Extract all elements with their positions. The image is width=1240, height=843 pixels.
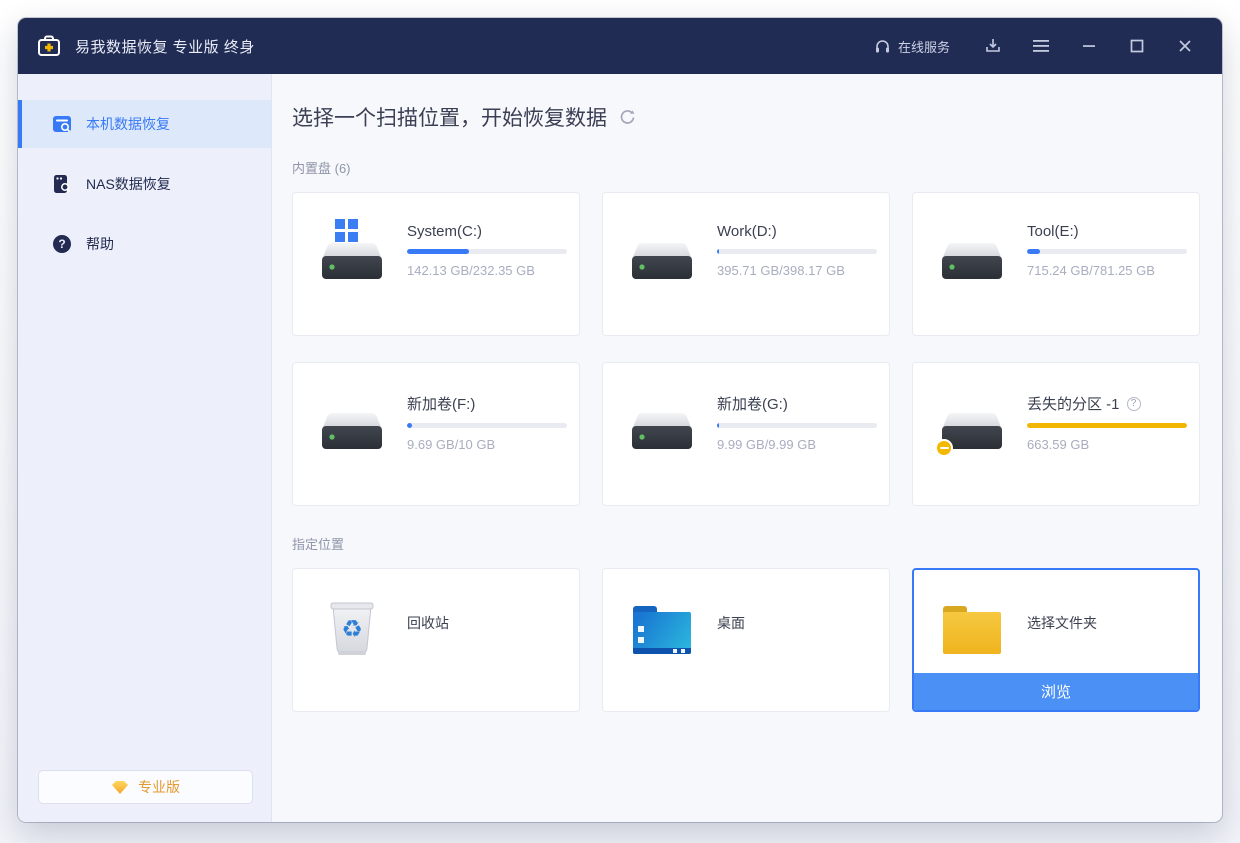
capacity-bar: [407, 249, 567, 254]
minimize-icon: [1081, 38, 1097, 54]
capacity-bar: [1027, 423, 1187, 428]
specified-location-label: 指定位置: [292, 534, 1200, 553]
hamburger-menu-icon: [1032, 39, 1050, 53]
capacity-text: 9.69 GB/10 GB: [407, 437, 567, 452]
location-label: 回收站: [407, 613, 449, 633]
sidebar-item-label: 本机数据恢复: [86, 114, 170, 134]
drive-name: 新加卷(G:): [717, 393, 788, 414]
download-icon: [984, 37, 1002, 55]
system-drive-icon: [321, 221, 385, 285]
sidebar: 本机数据恢复 NAS数据恢复 ?: [18, 74, 272, 822]
drive-name: 丢失的分区 -1: [1027, 393, 1120, 414]
drive-card-work-d[interactable]: Work(D:) 395.71 GB/398.17 GB: [602, 192, 890, 336]
local-drive-search-icon: [52, 114, 72, 134]
online-service-button[interactable]: 在线服务: [874, 37, 950, 56]
sidebar-item-label: 帮助: [86, 234, 114, 254]
drive-card-new-volume-g[interactable]: 新加卷(G:) 9.99 GB/9.99 GB: [602, 362, 890, 506]
location-card-recycle-bin[interactable]: ♻ 回收站: [292, 568, 580, 712]
headset-icon: [874, 38, 891, 55]
desktop-folder-icon: [631, 599, 693, 661]
drive-icon: [321, 391, 385, 455]
internal-disks-label: 内置盘 (6): [292, 158, 1200, 177]
recycle-bin-icon: ♻: [321, 599, 383, 661]
drive-grid: System(C:) 142.13 GB/232.35 GB: [292, 192, 1200, 506]
sidebar-item-local-recovery[interactable]: 本机数据恢复: [18, 100, 271, 148]
drive-card-system-c[interactable]: System(C:) 142.13 GB/232.35 GB: [292, 192, 580, 336]
yellow-folder-icon: [941, 599, 1003, 661]
page-title: 选择一个扫描位置，开始恢复数据: [292, 102, 607, 132]
sidebar-item-help[interactable]: ? 帮助: [18, 220, 271, 268]
drive-name: Tool(E:): [1027, 223, 1079, 240]
question-mark-icon[interactable]: ?: [1127, 397, 1141, 411]
close-icon: [1177, 38, 1193, 54]
capacity-bar: [407, 423, 567, 428]
online-service-label: 在线服务: [898, 37, 950, 56]
drive-card-tool-e[interactable]: Tool(E:) 715.24 GB/781.25 GB: [912, 192, 1200, 336]
gem-icon: [111, 780, 129, 795]
help-icon: ?: [52, 234, 72, 254]
app-window: 易我数据恢复 专业版 终身 在线服务: [18, 18, 1222, 822]
menu-button[interactable]: [1026, 31, 1056, 61]
app-title: 易我数据恢复 专业版 终身: [75, 36, 255, 57]
refresh-button[interactable]: [619, 109, 636, 126]
capacity-text: 663.59 GB: [1027, 437, 1187, 452]
drive-name: 新加卷(F:): [407, 393, 475, 414]
close-button[interactable]: [1170, 31, 1200, 61]
main-content: 选择一个扫描位置，开始恢复数据 内置盘 (6): [272, 74, 1222, 822]
title-bar: 易我数据恢复 专业版 终身 在线服务: [18, 18, 1222, 74]
upgrade-pro-button[interactable]: 专业版: [38, 770, 253, 804]
download-center-button[interactable]: [978, 31, 1008, 61]
browse-button[interactable]: 浏览: [914, 673, 1198, 710]
sidebar-item-nas-recovery[interactable]: NAS数据恢复: [18, 160, 271, 208]
drive-icon: [631, 221, 695, 285]
maximize-button[interactable]: [1122, 31, 1152, 61]
sidebar-item-label: NAS数据恢复: [86, 174, 171, 194]
minimize-button[interactable]: [1074, 31, 1104, 61]
drive-name: Work(D:): [717, 223, 777, 240]
refresh-icon: [619, 109, 636, 126]
drive-name: System(C:): [407, 223, 482, 240]
location-card-select-folder[interactable]: 选择文件夹 浏览: [912, 568, 1200, 712]
capacity-bar: [717, 249, 877, 254]
upgrade-label: 专业版: [138, 777, 180, 797]
capacity-text: 395.71 GB/398.17 GB: [717, 263, 877, 278]
drive-icon: [631, 391, 695, 455]
location-grid: ♻ 回收站 桌面: [292, 568, 1200, 712]
capacity-bar: [717, 423, 877, 428]
location-label: 选择文件夹: [1027, 613, 1097, 633]
capacity-text: 142.13 GB/232.35 GB: [407, 263, 567, 278]
nas-search-icon: [52, 174, 72, 194]
app-logo-icon: [36, 33, 62, 59]
capacity-text: 9.99 GB/9.99 GB: [717, 437, 877, 452]
capacity-text: 715.24 GB/781.25 GB: [1027, 263, 1187, 278]
drive-icon: [941, 221, 1005, 285]
drive-card-new-volume-f[interactable]: 新加卷(F:) 9.69 GB/10 GB: [292, 362, 580, 506]
location-label: 桌面: [717, 613, 745, 633]
svg-text:♻: ♻: [341, 615, 363, 643]
location-card-desktop[interactable]: 桌面: [602, 568, 890, 712]
drive-card-lost-partition[interactable]: 丢失的分区 -1 ? 663.59 GB: [912, 362, 1200, 506]
lost-partition-badge-icon: [935, 439, 953, 457]
maximize-icon: [1129, 38, 1145, 54]
capacity-bar: [1027, 249, 1187, 254]
lost-drive-icon: [941, 391, 1005, 455]
